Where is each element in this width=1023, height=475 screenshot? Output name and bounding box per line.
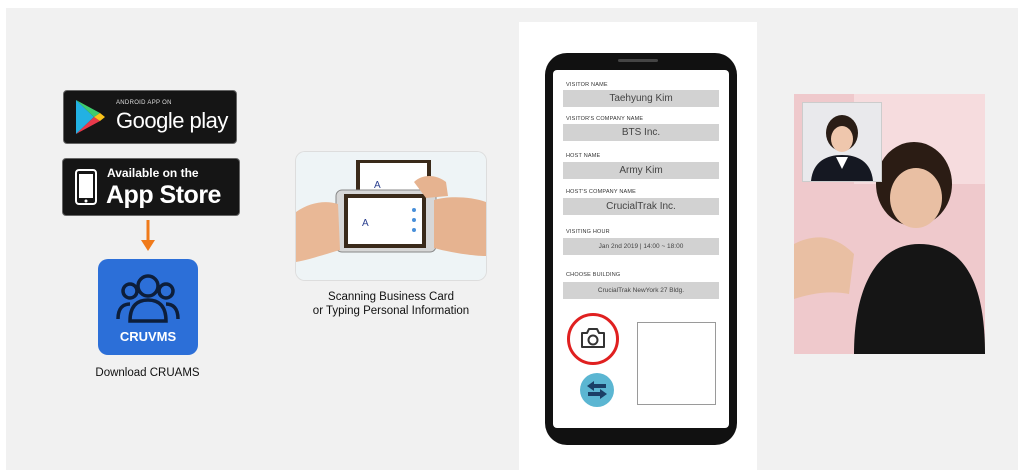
photo-preview-box bbox=[637, 322, 716, 405]
google-play-big-text: Google play bbox=[116, 108, 228, 133]
swap-arrows-icon bbox=[587, 381, 607, 399]
google-play-badge[interactable]: ANDROID APP ON Google play bbox=[63, 90, 237, 144]
host-company-field[interactable]: CrucialTrak Inc. bbox=[563, 198, 719, 215]
field-label-visiting-hour: VISITING HOUR bbox=[566, 229, 610, 235]
visitor-company-field[interactable]: BTS Inc. bbox=[563, 124, 719, 141]
google-play-small-text: ANDROID APP ON bbox=[116, 100, 172, 106]
scanning-illustration: A A bbox=[296, 152, 486, 280]
visiting-hour-field[interactable]: Jan 2nd 2019 | 14:00 ~ 18:00 bbox=[563, 238, 719, 255]
swap-button[interactable] bbox=[580, 373, 614, 407]
scan-photo-illustration: A A bbox=[296, 152, 486, 280]
svg-text:A: A bbox=[374, 180, 381, 191]
field-label-host-name: HOST NAME bbox=[566, 153, 601, 159]
scan-caption-line1: Scanning Business Card bbox=[328, 291, 454, 303]
app-icon[interactable]: CRUVMS bbox=[98, 259, 198, 355]
scan-caption: Scanning Business Card or Typing Persona… bbox=[286, 290, 496, 318]
download-caption: Download CRUAMS bbox=[95, 367, 200, 379]
app-name: CRUVMS bbox=[119, 329, 177, 344]
users-icon bbox=[116, 274, 180, 323]
scan-caption-line2: or Typing Personal Information bbox=[312, 305, 470, 317]
google-play-icon bbox=[76, 100, 105, 134]
app-store-small-text: Available on the bbox=[107, 166, 199, 180]
iphone-icon bbox=[75, 169, 97, 205]
choose-building-field[interactable]: CrucialTrak NewYork 27 Bldg. bbox=[563, 282, 719, 299]
camera-icon bbox=[581, 328, 605, 348]
camera-button[interactable] bbox=[567, 313, 619, 365]
id-photo-thumbnail bbox=[802, 102, 882, 182]
down-arrow-icon bbox=[141, 220, 155, 251]
field-label-visitor-name: VISITOR NAME bbox=[566, 82, 608, 88]
id-photo-illustration bbox=[803, 103, 881, 181]
phone-speaker bbox=[618, 59, 658, 62]
visitor-name-field[interactable]: Taehyung Kim bbox=[563, 90, 719, 107]
field-label-visitor-company: VISITOR'S COMPANY NAME bbox=[566, 116, 644, 122]
field-label-host-company: HOST'S COMPANY NAME bbox=[566, 189, 637, 195]
canvas: ANDROID APP ON Google play Available on … bbox=[0, 0, 1023, 475]
app-store-big-text: App Store bbox=[106, 181, 221, 209]
host-name-field[interactable]: Army Kim bbox=[563, 162, 719, 179]
app-store-badge[interactable]: Available on the App Store bbox=[62, 158, 240, 216]
field-label-choose-building: CHOOSE BUILDING bbox=[566, 272, 621, 278]
svg-text:A: A bbox=[362, 218, 369, 229]
